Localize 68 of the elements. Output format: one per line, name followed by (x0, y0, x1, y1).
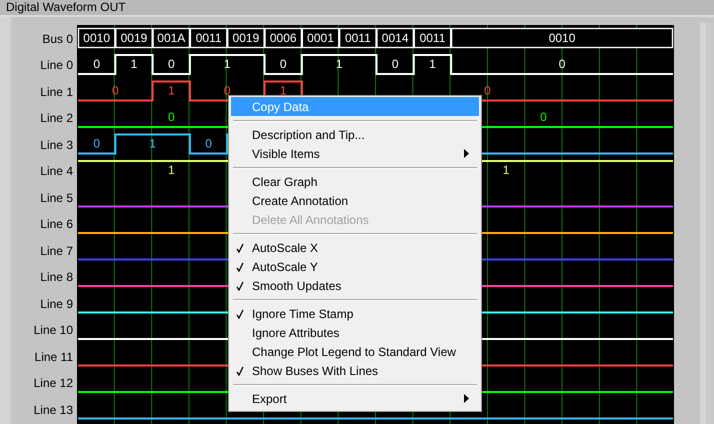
bus-segment (190, 28, 228, 48)
row-label: Line 1 (40, 84, 73, 99)
signal-value: 1 (502, 163, 510, 177)
bus-value: 0011 (196, 31, 222, 45)
bus-value: 0019 (120, 31, 148, 45)
bus-segment (227, 28, 265, 48)
signal-value: 0 (392, 57, 398, 71)
row-label: Bus 0 (42, 32, 73, 46)
signal-value: 1 (224, 57, 231, 71)
signal-value: 0 (168, 57, 175, 71)
row-label: Line 3 (40, 138, 73, 152)
signal-value: 0 (112, 84, 119, 98)
row-label: Line 11 (34, 350, 73, 364)
signal-value: 0 (205, 136, 212, 150)
signal-value: 1 (429, 57, 436, 71)
row-label: Line 4 (40, 164, 73, 178)
signal-value: 0 (540, 110, 547, 124)
panel-title: Digital Waveform OUT (5, 0, 127, 15)
menu-item[interactable]: Change Plot Legend to Standard View (231, 342, 479, 361)
bus-value: 0006 (270, 31, 297, 45)
bus-segment (339, 28, 377, 48)
bus-value: 0014 (382, 31, 408, 45)
signal-value: 1 (280, 84, 287, 98)
bus-segment (152, 28, 190, 48)
bus-segment (264, 28, 302, 48)
signal-value: 0 (93, 136, 100, 150)
bus-segment (302, 28, 340, 48)
signal-value: 1 (168, 163, 175, 177)
row-label: Line 9 (40, 296, 73, 311)
menu-item[interactable]: Smooth Updates (231, 276, 479, 295)
menu-item[interactable]: Export (231, 389, 479, 408)
signal-value: 1 (149, 136, 156, 150)
bus-value: 0010 (548, 31, 576, 45)
row-label: Line 0 (40, 58, 73, 72)
bus-value: 0019 (232, 31, 260, 45)
menu-item[interactable]: Show Buses With Lines (231, 361, 479, 380)
menu-item[interactable]: Ignore Time Stamp (231, 304, 479, 323)
row-label: Line 13 (34, 402, 73, 417)
bus-value: 0011 (420, 31, 446, 45)
row-label: Line 2 (40, 111, 73, 126)
signal-value: 0 (224, 84, 231, 98)
bus-value: 0001 (307, 31, 334, 45)
menu-item[interactable]: Ignore Attributes (231, 323, 479, 342)
row-label: Line 8 (40, 270, 73, 284)
bus-segment (115, 28, 153, 48)
bus-value: 001A (157, 31, 186, 45)
signal-value: 1 (336, 57, 343, 71)
row-label: Line 5 (40, 190, 73, 205)
menu-item[interactable]: Create Annotation (231, 191, 479, 210)
bus-value: 0011 (344, 31, 371, 45)
signal-value: 0 (168, 110, 175, 124)
row-label: Line 6 (40, 217, 73, 232)
menu-item[interactable]: Clear Graph (231, 172, 479, 191)
signal-value: 0 (484, 84, 491, 98)
menu-item[interactable]: Visible Items (231, 144, 479, 163)
signal-value: 0 (93, 57, 100, 71)
row-label: Line 7 (40, 244, 73, 258)
row-label: Line 12 (34, 376, 73, 390)
bus-value: 0010 (83, 31, 110, 45)
signal-value: 0 (558, 57, 566, 71)
row-label: Line 10 (34, 323, 73, 338)
signal-value: 1 (130, 57, 138, 71)
menu-item[interactable]: AutoScale X (231, 238, 479, 257)
menu-item[interactable]: Description and Tip... (231, 125, 479, 144)
signal-value: 0 (280, 57, 287, 71)
bus-segment (376, 28, 414, 48)
menu-item[interactable]: AutoScale Y (231, 257, 479, 276)
signal-value: 1 (168, 84, 175, 98)
